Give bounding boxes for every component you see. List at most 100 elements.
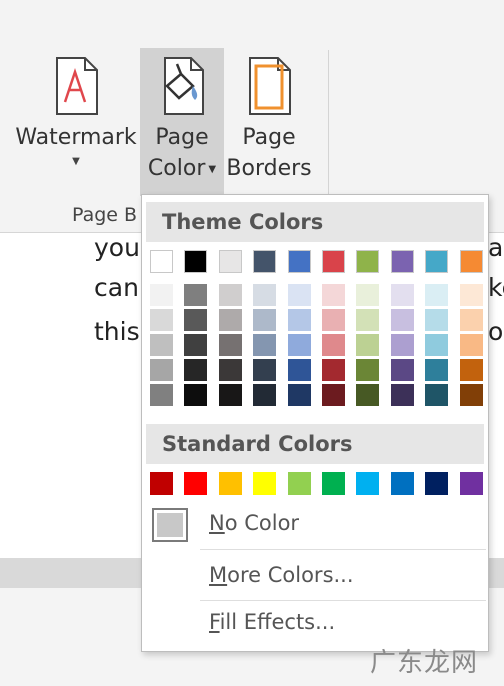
theme-shade-purple-2[interactable]	[391, 309, 414, 331]
doc-line-1: you	[94, 233, 140, 262]
theme-shade-orange-red-1[interactable]	[322, 284, 345, 306]
page-color-icon	[164, 57, 204, 115]
watermark-icon	[56, 57, 98, 115]
standard-colors-header: Standard Colors	[146, 424, 484, 464]
theme-colors-header: Theme Colors	[146, 202, 484, 242]
theme-shade-green-2[interactable]	[356, 309, 379, 331]
theme-shade-green-4[interactable]	[356, 359, 379, 381]
theme-color-blue[interactable]	[288, 250, 311, 273]
theme-shade-teal-1[interactable]	[425, 284, 448, 306]
more-colors-option[interactable]: More Colors...	[209, 563, 354, 587]
standard-color-3[interactable]	[219, 472, 242, 495]
theme-shade-blue-5[interactable]	[288, 384, 311, 406]
theme-color-white[interactable]	[150, 250, 173, 273]
theme-shade-dark-blue-4[interactable]	[253, 359, 276, 381]
theme-shade-tan-5[interactable]	[219, 384, 242, 406]
theme-shade-teal-5[interactable]	[425, 384, 448, 406]
standard-color-9[interactable]	[425, 472, 448, 495]
theme-shade-black-2[interactable]	[184, 309, 207, 331]
standard-color-10[interactable]	[460, 472, 483, 495]
theme-shade-teal-4[interactable]	[425, 359, 448, 381]
no-color-option[interactable]: No Color	[209, 511, 299, 535]
standard-color-4[interactable]	[253, 472, 276, 495]
theme-color-black[interactable]	[184, 250, 207, 273]
theme-shade-orange-red-2[interactable]	[322, 309, 345, 331]
theme-color-tan[interactable]	[219, 250, 242, 273]
theme-shade-orange-3[interactable]	[460, 334, 483, 356]
theme-shade-black-1[interactable]	[184, 284, 207, 306]
theme-color-purple[interactable]	[391, 250, 414, 273]
theme-shade-tan-3[interactable]	[219, 334, 242, 356]
theme-shade-orange-4[interactable]	[460, 359, 483, 381]
theme-shade-purple-5[interactable]	[391, 384, 414, 406]
standard-color-2[interactable]	[184, 472, 207, 495]
theme-shade-dark-blue-5[interactable]	[253, 384, 276, 406]
theme-color-orange[interactable]	[460, 250, 483, 273]
theme-shade-orange-red-5[interactable]	[322, 384, 345, 406]
theme-shade-dark-blue-2[interactable]	[253, 309, 276, 331]
theme-shade-teal-3[interactable]	[425, 334, 448, 356]
theme-shade-black-4[interactable]	[184, 359, 207, 381]
standard-color-8[interactable]	[391, 472, 414, 495]
theme-shade-orange-2[interactable]	[460, 309, 483, 331]
theme-color-orange-red[interactable]	[322, 250, 345, 273]
theme-shade-tan-4[interactable]	[219, 359, 242, 381]
theme-shade-orange-red-4[interactable]	[322, 359, 345, 381]
theme-color-green[interactable]	[356, 250, 379, 273]
page-color-menu: Theme Colors Standard Colors No Color Mo…	[141, 194, 489, 652]
page-color-button[interactable]: Page Color ▼	[140, 48, 224, 196]
no-color-label: o Color	[224, 511, 300, 535]
theme-shade-purple-4[interactable]	[391, 359, 414, 381]
menu-separator	[200, 600, 486, 601]
theme-shade-blue-3[interactable]	[288, 334, 311, 356]
theme-shade-white-2[interactable]	[150, 309, 173, 331]
theme-shade-orange-1[interactable]	[460, 284, 483, 306]
theme-shade-white-4[interactable]	[150, 359, 173, 381]
theme-shade-blue-1[interactable]	[288, 284, 311, 306]
theme-shade-orange-5[interactable]	[460, 384, 483, 406]
theme-shade-white-1[interactable]	[150, 284, 173, 306]
page-borders-button[interactable]: Page Borders	[226, 48, 312, 198]
page-borders-icon	[249, 57, 291, 115]
page-color-label-line2: Color ▼	[140, 153, 224, 185]
theme-shade-green-3[interactable]	[356, 334, 379, 356]
theme-color-teal[interactable]	[425, 250, 448, 273]
doc-line-2: can	[94, 273, 139, 302]
chevron-down-icon: ▼	[208, 163, 217, 175]
theme-shade-tan-2[interactable]	[219, 309, 242, 331]
theme-shade-dark-blue-3[interactable]	[253, 334, 276, 356]
fill-effects-label: ill Effects...	[219, 610, 336, 634]
theme-shade-blue-2[interactable]	[288, 309, 311, 331]
theme-shade-black-5[interactable]	[184, 384, 207, 406]
theme-shade-white-5[interactable]	[150, 384, 173, 406]
watermark-button[interactable]: Watermark ▼	[14, 48, 138, 198]
theme-shade-teal-2[interactable]	[425, 309, 448, 331]
theme-shade-orange-red-3[interactable]	[322, 334, 345, 356]
theme-shade-blue-4[interactable]	[288, 359, 311, 381]
theme-shade-purple-1[interactable]	[391, 284, 414, 306]
theme-shade-green-1[interactable]	[356, 284, 379, 306]
theme-shade-dark-blue-1[interactable]	[253, 284, 276, 306]
standard-color-5[interactable]	[288, 472, 311, 495]
theme-shade-black-3[interactable]	[184, 334, 207, 356]
theme-shade-tan-1[interactable]	[219, 284, 242, 306]
doc-fragment-2: ke	[488, 273, 504, 302]
fill-effects-option[interactable]: Fill Effects...	[209, 610, 335, 634]
page-color-label-line1: Page	[155, 125, 209, 150]
standard-color-6[interactable]	[322, 472, 345, 495]
theme-shade-purple-3[interactable]	[391, 334, 414, 356]
more-colors-accel: M	[209, 563, 228, 587]
no-color-swatch[interactable]	[152, 508, 188, 542]
menu-separator	[200, 549, 486, 550]
page-borders-label-line2: Borders	[226, 156, 312, 181]
theme-shade-white-3[interactable]	[150, 334, 173, 356]
corner-watermark: 广东龙网	[370, 648, 479, 678]
theme-color-dark-blue[interactable]	[253, 250, 276, 273]
doc-fragment-3: on	[488, 317, 504, 346]
chevron-down-icon: ▼	[72, 156, 80, 167]
standard-color-1[interactable]	[150, 472, 173, 495]
page-borders-label-line1: Page	[242, 125, 296, 150]
standard-color-7[interactable]	[356, 472, 379, 495]
doc-line-3: this	[94, 317, 140, 346]
theme-shade-green-5[interactable]	[356, 384, 379, 406]
